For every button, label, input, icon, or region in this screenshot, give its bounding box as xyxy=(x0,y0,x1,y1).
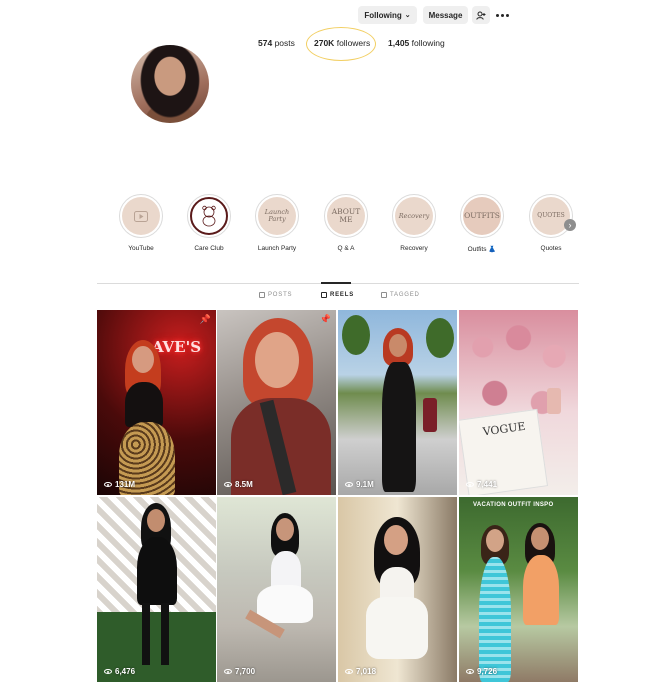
highlight-label: YouTube xyxy=(128,245,154,252)
following-label: following xyxy=(411,38,445,48)
eye-icon xyxy=(224,482,232,487)
tagged-icon xyxy=(381,292,387,298)
tab-tagged[interactable]: TAGGED xyxy=(381,292,420,298)
eye-icon xyxy=(466,669,474,674)
eye-icon xyxy=(345,669,353,674)
highlight-recovery[interactable]: Recovery Recovery xyxy=(389,194,439,252)
highlight-youtube[interactable]: YouTube xyxy=(116,194,166,252)
profile-avatar[interactable] xyxy=(131,45,209,123)
posts-stat: 574 posts xyxy=(258,38,295,48)
view-count: 7,441 xyxy=(466,480,497,489)
highlight-cover-text: QUOTES xyxy=(532,197,570,235)
highlight-label: Care Club xyxy=(194,245,224,252)
neon-sign-text: AVE'S xyxy=(152,338,202,356)
tab-label: POSTS xyxy=(268,292,293,298)
highlight-care-club[interactable]: Care Club xyxy=(184,194,234,252)
highlight-label: Outfits 👗 xyxy=(467,246,497,253)
highlight-cover-text: Launch Party xyxy=(258,197,296,235)
tab-label: REELS xyxy=(330,292,355,298)
teddy-bear-icon xyxy=(190,197,228,235)
view-count: 8.5M xyxy=(224,480,253,489)
highlight-label: Q & A xyxy=(337,245,355,252)
view-count: 131M xyxy=(104,480,135,489)
view-count: 6,476 xyxy=(104,667,135,676)
highlight-label: Quotes xyxy=(540,245,562,252)
add-user-icon xyxy=(476,11,486,20)
reel-tile[interactable]: 9.1M xyxy=(338,310,457,495)
chevron-down-icon: ⌄ xyxy=(404,12,411,19)
message-button[interactable]: Message xyxy=(423,6,468,24)
reel-tile[interactable]: 7,018 xyxy=(338,497,457,682)
view-count: 7,018 xyxy=(345,667,376,676)
followers-stat[interactable]: 270K followers xyxy=(314,38,370,48)
more-options-icon[interactable] xyxy=(494,6,510,24)
youtube-icon xyxy=(122,197,160,235)
view-count: 9,726 xyxy=(466,667,497,676)
view-count: 7,700 xyxy=(224,667,255,676)
following-count: 1,405 xyxy=(388,38,410,48)
tab-posts[interactable]: POSTS xyxy=(259,292,292,298)
reels-icon xyxy=(321,292,327,298)
highlight-label: Recovery xyxy=(400,245,428,252)
posts-count: 574 xyxy=(258,38,273,48)
grid-icon xyxy=(259,292,265,298)
reel-tile[interactable]: 7,700 xyxy=(217,497,336,682)
tab-reels[interactable]: REELS xyxy=(321,292,354,298)
highlight-outfits[interactable]: OUTFITS Outfits 👗 xyxy=(457,194,507,253)
eye-icon xyxy=(345,482,353,487)
eye-icon xyxy=(466,482,474,487)
reel-tile[interactable]: VACATION OUTFIT INSPO 9,726 xyxy=(459,497,578,682)
reel-tile[interactable]: 📌 8.5M xyxy=(217,310,336,495)
highlight-launch-party[interactable]: Launch Party Launch Party xyxy=(252,194,302,252)
highlight-qa[interactable]: ABOUT ME Q & A xyxy=(321,194,371,252)
posts-label: posts xyxy=(274,38,295,48)
view-count: 9.1M xyxy=(345,480,374,489)
following-button[interactable]: Following ⌄ xyxy=(358,6,417,24)
eye-icon xyxy=(224,669,232,674)
chevron-right-icon[interactable]: › xyxy=(564,219,576,231)
reel-tile[interactable]: AVE'S 📌 131M xyxy=(97,310,216,495)
highlight-cover-text: ABOUT ME xyxy=(327,197,365,235)
reel-tile[interactable]: 6,476 xyxy=(97,497,216,682)
highlight-cover-text: Recovery xyxy=(395,197,433,235)
active-tab-indicator xyxy=(321,282,351,284)
suggest-users-button[interactable] xyxy=(472,6,490,24)
tab-label: TAGGED xyxy=(390,292,420,298)
following-stat[interactable]: 1,405 following xyxy=(388,38,445,48)
highlight-label: Launch Party xyxy=(257,245,297,252)
followers-count: 270K xyxy=(314,38,335,48)
magazine-title: VOGUE xyxy=(481,419,527,439)
pin-icon: 📌 xyxy=(319,314,331,324)
reel-tile[interactable]: VOGUE 7,441 xyxy=(459,310,578,495)
reel-caption: VACATION OUTFIT INSPO xyxy=(473,502,554,508)
eye-icon xyxy=(104,669,112,674)
followers-label: followers xyxy=(336,38,371,48)
pin-icon: 📌 xyxy=(199,314,211,324)
highlight-cover-text: OUTFITS xyxy=(463,197,501,235)
message-button-label: Message xyxy=(428,10,463,20)
eye-icon xyxy=(104,482,112,487)
following-button-label: Following xyxy=(364,10,402,20)
